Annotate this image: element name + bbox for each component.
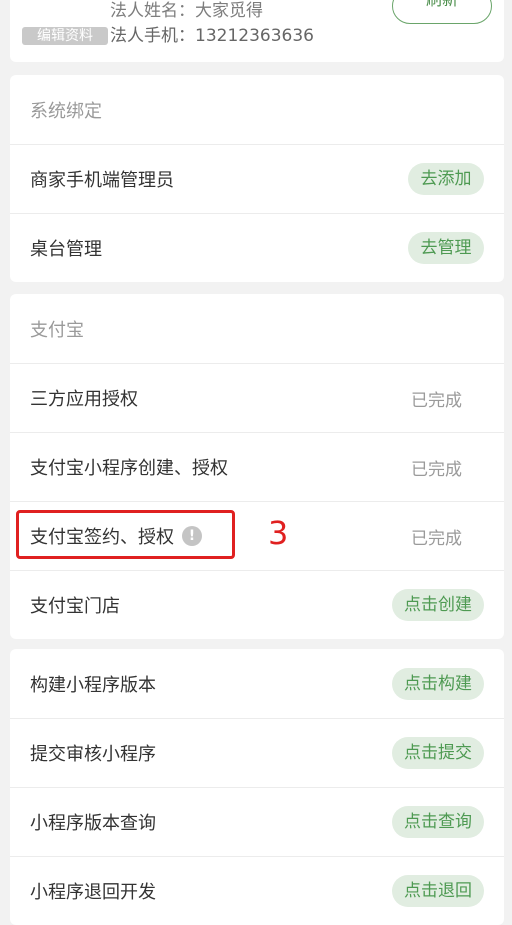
query-button[interactable]: 点击查询	[392, 806, 484, 838]
row-label: 三方应用授权	[30, 389, 138, 410]
section-header: 支付宝	[10, 294, 504, 363]
section-title: 系统绑定	[30, 100, 102, 122]
list-item-merchant-admin[interactable]: 商家手机端管理员 去添加	[10, 144, 504, 213]
rollback-button[interactable]: 点击退回	[392, 875, 484, 907]
list-item-alipay-store[interactable]: 支付宝门店 点击创建	[10, 570, 504, 639]
merchant-info-card: 法人姓名：大家觅得 法人手机：13212363636 编辑资料 刷新	[10, 0, 504, 62]
row-label: 提交审核小程序	[30, 744, 156, 765]
refresh-label: 刷新	[426, 0, 458, 9]
list-item-build-version[interactable]: 构建小程序版本 点击构建	[10, 649, 504, 718]
list-item-alipay-mini-program[interactable]: 支付宝小程序创建、授权 已完成	[10, 432, 504, 501]
system-binding-section: 系统绑定 商家手机端管理员 去添加 桌台管理 去管理	[10, 75, 504, 282]
legal-person-name: 法人姓名：大家觅得	[110, 1, 263, 21]
list-item-third-party-auth[interactable]: 三方应用授权 已完成	[10, 363, 504, 432]
status-text: 已完成	[411, 459, 462, 480]
list-item-version-query[interactable]: 小程序版本查询 点击查询	[10, 787, 504, 856]
annotation-highlight-box	[16, 510, 235, 559]
edit-profile-button[interactable]: 编辑资料	[22, 27, 108, 45]
mini-program-section: 构建小程序版本 点击构建 提交审核小程序 点击提交 小程序版本查询 点击查询 小…	[10, 649, 504, 925]
manage-tables-button[interactable]: 去管理	[408, 232, 484, 264]
add-admin-button[interactable]: 去添加	[408, 163, 484, 195]
row-label: 支付宝门店	[30, 596, 120, 617]
row-label: 小程序版本查询	[30, 813, 156, 834]
annotation-number: 3	[268, 514, 289, 552]
status-text: 已完成	[411, 390, 462, 411]
row-label: 商家手机端管理员	[30, 170, 174, 191]
list-item-submit-review[interactable]: 提交审核小程序 点击提交	[10, 718, 504, 787]
list-item-table-management[interactable]: 桌台管理 去管理	[10, 213, 504, 282]
create-store-button[interactable]: 点击创建	[392, 589, 484, 621]
section-title: 支付宝	[30, 319, 84, 341]
build-button[interactable]: 点击构建	[392, 667, 484, 700]
row-label: 小程序退回开发	[30, 882, 156, 903]
alipay-section: 支付宝 三方应用授权 已完成 支付宝小程序创建、授权 已完成 支付宝签约、授权 …	[10, 294, 504, 639]
refresh-button[interactable]: 刷新	[392, 0, 492, 24]
row-label: 桌台管理	[30, 239, 102, 260]
legal-person-phone: 法人手机：13212363636	[110, 26, 314, 46]
submit-button[interactable]: 点击提交	[392, 737, 484, 769]
row-label: 支付宝小程序创建、授权	[30, 458, 228, 479]
status-text: 已完成	[411, 528, 462, 549]
row-label: 构建小程序版本	[30, 674, 156, 696]
section-header: 系统绑定	[10, 75, 504, 144]
list-item-rollback[interactable]: 小程序退回开发 点击退回	[10, 856, 504, 925]
